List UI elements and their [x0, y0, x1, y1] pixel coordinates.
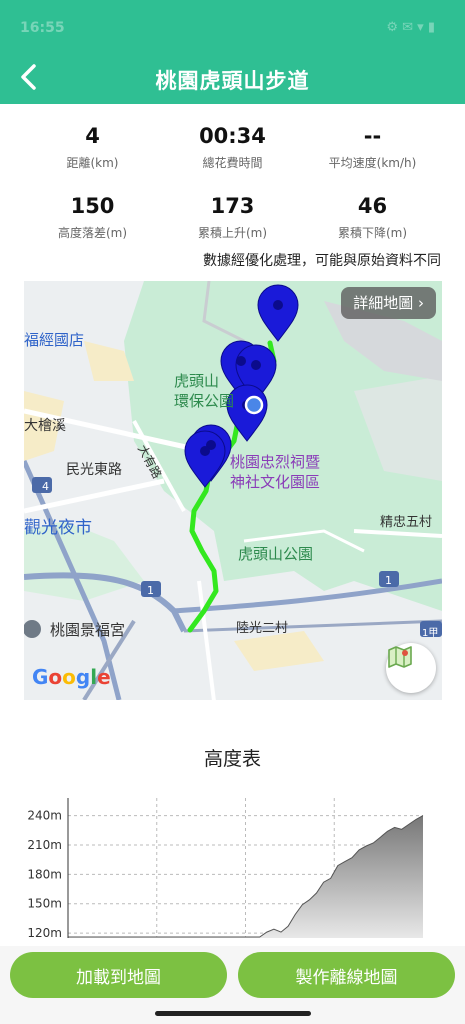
stat-value: 173: [210, 194, 255, 218]
map-label-place7: 桃園忠烈祠暨 神社文化園區: [230, 453, 321, 491]
stat-distance: 4 距離(km): [15, 124, 170, 171]
app-header: 桃園虎頭山步道: [0, 52, 465, 104]
y-tick-label: 180m: [27, 867, 62, 881]
stat-label: 累積下降(m): [337, 226, 408, 240]
stat-elevation-diff: 150 高度落差(m): [15, 194, 170, 241]
page-title: 桃園虎頭山步道: [155, 69, 310, 93]
map-label-place5: 觀光夜市: [24, 518, 92, 538]
stat-total-time: 00:34 總花費時間: [155, 124, 310, 171]
status-time: 16:55: [20, 20, 65, 36]
map-label-place1: 福經國店: [24, 331, 85, 349]
stat-value: 00:34: [199, 124, 266, 148]
map-layers-button[interactable]: [386, 643, 436, 693]
y-tick-label: 240m: [27, 809, 62, 823]
home-indicator: [155, 1011, 311, 1016]
map-label-place9: 精忠五村: [380, 515, 433, 530]
map-label-place3: 民光東路: [66, 462, 122, 478]
stat-descent: 46 累積下降(m): [295, 194, 450, 241]
route-shield-1: 1: [147, 584, 154, 597]
map-label-place2: 大檜溪: [24, 418, 66, 434]
google-logo: Google: [32, 665, 111, 689]
stat-label: 累積上升(m): [197, 226, 268, 240]
status-bar: 16:55 ⚙ ✉ ▾ ▮: [0, 0, 465, 52]
route-shield-1a: 1甲: [422, 628, 439, 639]
map-icon: [388, 646, 412, 668]
status-icons: ⚙ ✉ ▾ ▮: [386, 20, 435, 35]
stat-value: 150: [70, 194, 115, 218]
route-map[interactable]: 4 1 1 1甲 福經國店 大檜溪 民光東路 大有路 觀光夜市 虎頭山 環保公園…: [24, 281, 442, 700]
map-label-place6: 虎頭山 環保公園: [174, 372, 235, 410]
map-label-place10: 陸光二村: [236, 621, 289, 636]
map-label-place11: 桃園景福宮: [50, 621, 126, 639]
stat-label: 總花費時間: [202, 156, 263, 170]
make-offline-map-button[interactable]: 製作離線地圖: [238, 952, 455, 998]
y-tick-label: 150m: [27, 897, 62, 911]
detail-map-button[interactable]: 詳細地圖 ›: [341, 287, 436, 319]
elevation-chart-title: 高度表: [203, 748, 261, 770]
route-shield-1b: 1: [385, 574, 392, 587]
map-label-place8: 虎頭山公園: [238, 545, 314, 563]
stat-label: 平均速度(km/h): [328, 156, 417, 170]
elevation-chart: 120m 150m 180m 210m 240m: [27, 798, 424, 940]
stat-label: 距離(km): [66, 156, 119, 170]
stat-label: 高度落差(m): [57, 226, 128, 240]
stat-ascent: 173 累積上升(m): [155, 194, 310, 241]
stat-value: 4: [85, 124, 100, 148]
stat-avg-speed: -- 平均速度(km/h): [295, 124, 450, 171]
stat-value: 46: [357, 194, 388, 218]
y-tick-label: 210m: [27, 838, 62, 852]
stat-value: --: [363, 124, 382, 148]
data-note: 數據經優化處理，可能與原始資料不同: [203, 253, 441, 269]
route-shield-4: 4: [42, 480, 49, 493]
y-tick-label: 120m: [27, 926, 62, 940]
load-to-map-button[interactable]: 加載到地圖: [10, 952, 227, 998]
